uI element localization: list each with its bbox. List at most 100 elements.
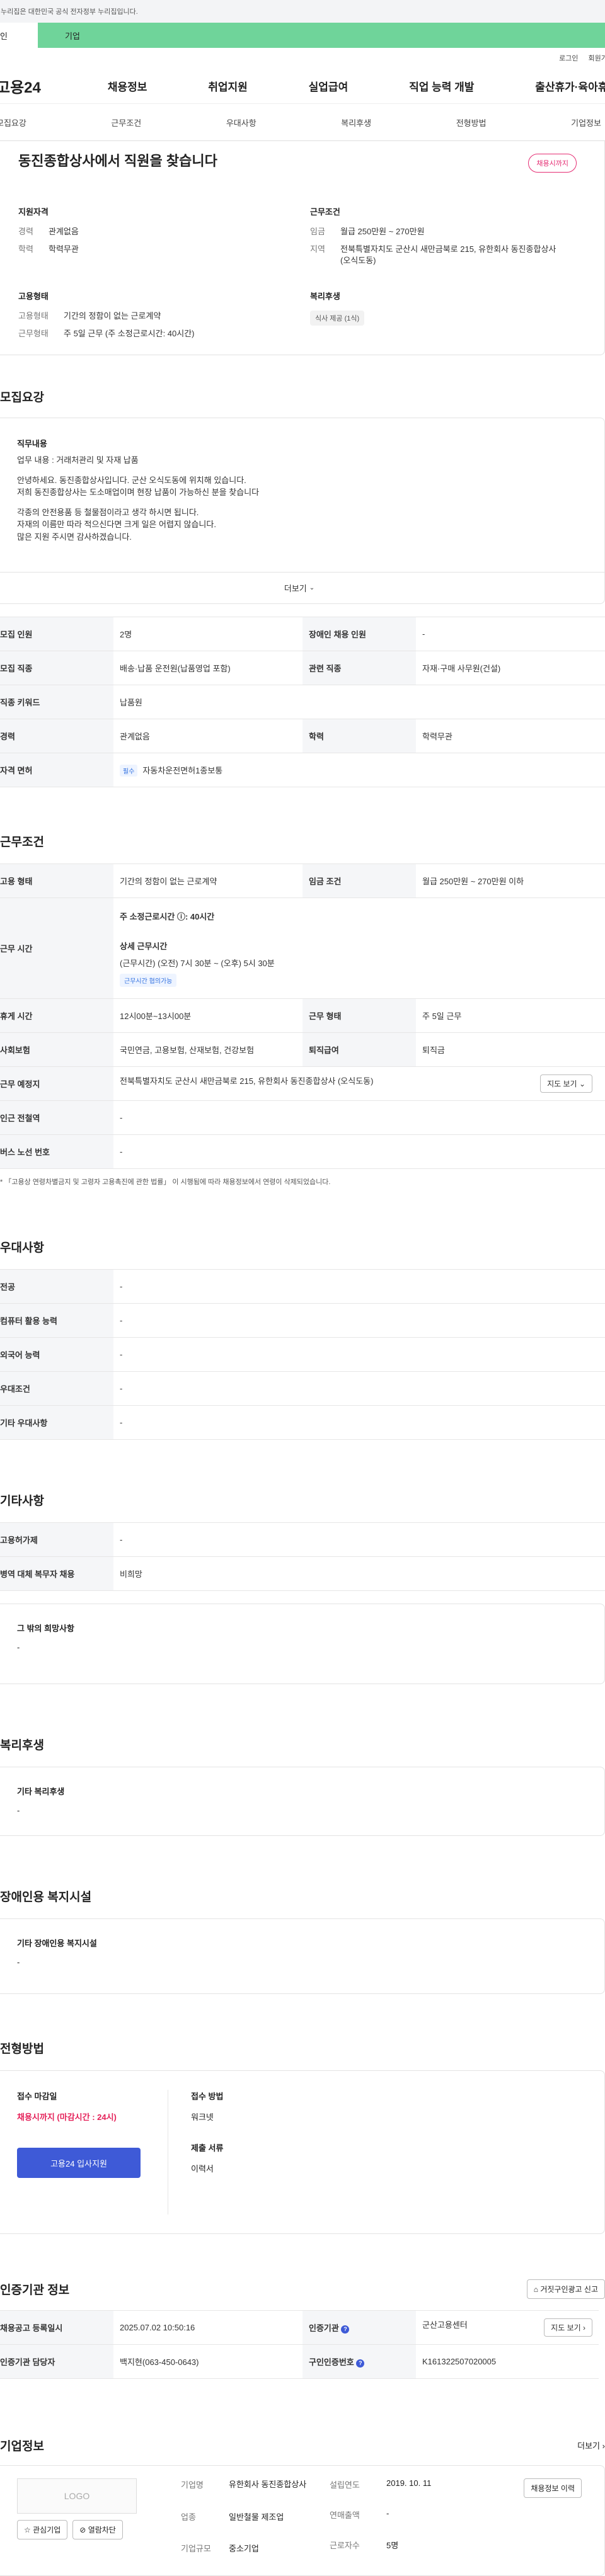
bus-value: - (113, 1134, 605, 1169)
qual-edu-value: 학력무관 (49, 244, 79, 254)
info-icon[interactable]: ? (341, 2325, 350, 2334)
site-logo[interactable]: 고용24 (0, 75, 47, 97)
welfare-section-heading: 복리후생 (0, 1739, 44, 1752)
company-more-link[interactable]: 더보기 › (577, 2439, 605, 2451)
pref-value: - (113, 1303, 605, 1338)
hiring-history-button[interactable]: 채용정보 이력 (524, 2478, 582, 2498)
work-form-label: 근무 형태 (302, 998, 416, 1033)
map-button[interactable]: 지도 보기 ⌄ (540, 1074, 592, 1093)
welfare-box: 기타 복리후생 - (0, 1767, 605, 1836)
company-name-label: 기업명 (181, 2480, 204, 2490)
hours-detail: (근무시간) (오전) 7시 30분 ~ (오후) 5시 30분 (120, 958, 275, 968)
headcount-label: 모집 인원 (0, 617, 113, 651)
cond-wage-label: 임금 (310, 227, 325, 236)
job-description-title: 직무내용 (17, 439, 47, 448)
cond-region-value: 전북특별자치도 군산시 새만금북로 215, 유한회사 동진종합상사 (오식도동… (340, 244, 556, 266)
job-description-line (17, 499, 582, 506)
sales-value: - (386, 2509, 389, 2518)
education-label: 학력 (302, 719, 416, 753)
job-category-label: 모집 직종 (0, 651, 113, 685)
table-row: 병역 대체 복무자 채용 비희망 (0, 1556, 605, 1591)
favorite-company-label: 관심기업 (33, 2526, 61, 2534)
login-link[interactable]: 로그인 (559, 53, 578, 63)
etc-label: 병역 대체 복무자 채용 (0, 1556, 113, 1591)
other-wishes-box: 그 밖의 희망사항 - (0, 1604, 605, 1684)
selection-box: 접수 마감일 채용시까지 (마감시간 : 24시) 고용24 입사지원 접수 방… (0, 2070, 605, 2234)
job-description-line: 각종의 안전용품 등 철물점이라고 생각 하시면 됩니다. (17, 507, 199, 517)
table-row: 모집 직종 배송·납품 운전원(납품영업 포함) 관련 직종 자재·구매 사무원… (0, 651, 605, 685)
hours-cell: 주 소정근로시간 ⓘ: 40시간 상세 근무시간 (근무시간) (오전) 7시 … (113, 898, 605, 999)
table-row: 컴퓨터 활용 능력 - (0, 1303, 605, 1338)
table-row: 근무 예정지 전북특별자치도 군산시 새만금북로 215, 유한회사 동진종합상… (0, 1066, 605, 1101)
gnb-menu-training[interactable]: 직업 능력 개발 (409, 78, 474, 94)
tab-selection[interactable]: 전형방법 (456, 117, 487, 128)
job-title: 동진종합상사에서 직원을 찾습니다 (18, 153, 217, 169)
hours-detail-title: 상세 근무시간 (120, 941, 168, 951)
block-view-button[interactable]: ⊘ 열람차단 (72, 2520, 123, 2539)
agency-cell: 군산고용센터 지도 보기 › (416, 2310, 599, 2345)
station-label: 인근 전철역 (0, 1100, 113, 1135)
favorite-company-button[interactable]: ☆ 관심기업 (17, 2520, 68, 2539)
chevron-right-icon: › (602, 2441, 605, 2451)
wage-label: 임금 조건 (302, 863, 416, 898)
table-row: 기타 우대사항 - (0, 1405, 605, 1440)
tab-recruit[interactable]: 모집요강 (0, 117, 26, 128)
qual-edu-label: 학력 (18, 244, 33, 254)
other-wishes-value: - (17, 1643, 20, 1652)
gnb-menu-employment-support[interactable]: 취업지원 (208, 78, 248, 94)
tab-preferences[interactable]: 우대사항 (226, 117, 256, 128)
severance-value: 퇴직금 (416, 1032, 605, 1067)
industry-label: 업종 (181, 2512, 196, 2522)
join-link[interactable]: 회원가입 (589, 53, 605, 63)
tab-company[interactable]: 기업정보 (571, 117, 601, 128)
gnb-menu-jobs[interactable]: 채용정보 (108, 78, 147, 94)
license-value: 자동차운전면허1종보통 (142, 765, 223, 775)
etc-label: 고용허가제 (0, 1522, 113, 1557)
insurance-value: 국민연금, 고용보험, 산재보험, 건강보험 (113, 1032, 302, 1067)
qual-career-value: 관계없음 (49, 227, 79, 236)
company-name-value: 유한회사 동진종합상사 (229, 2480, 307, 2489)
report-false-ad-button[interactable]: ⌂ 거짓구인광고 신고 (526, 2279, 605, 2299)
cert-no-label-text: 구인인증번호 (309, 2357, 354, 2367)
insurance-label: 사회보험 (0, 1032, 113, 1067)
mode-personal-tab[interactable]: 개인 (0, 23, 38, 48)
info-icon[interactable]: ? (356, 2359, 365, 2368)
pref-value: - (113, 1337, 605, 1372)
agency-value: 군산고용센터 (422, 2320, 468, 2330)
method-title: 접수 방법 (191, 2092, 224, 2101)
chevron-right-icon: › (583, 2323, 585, 2332)
job-summary-card: 동진종합상사에서 직원을 찾습니다 채용시까지 지원자격 경력 관계없음 학력 학력… (0, 141, 605, 355)
agency-map-button[interactable]: 지도 보기 › (544, 2318, 592, 2337)
star-icon: ☆ (24, 2526, 31, 2534)
tab-welfare[interactable]: 복리후생 (341, 117, 371, 128)
more-button[interactable]: 더보기 ⌄ (0, 572, 604, 603)
table-row: 자격 면허 필수 자동차운전면허1종보통 (0, 753, 605, 787)
selection-heading: 전형방법 (0, 2043, 44, 2056)
disabled-facility-value: - (17, 1958, 20, 1967)
apply-button[interactable]: 고용24 입사지원 (17, 2148, 141, 2178)
table-row: 버스 노선 번호 - (0, 1134, 605, 1169)
section-tabs: 모집요강 근무조건 우대사항 복리후생 전형방법 기업정보 (0, 103, 605, 141)
mode-corporate-label: 기업 (65, 31, 80, 41)
tab-conditions[interactable]: 근무조건 (111, 117, 141, 128)
gnb-menu-unemployment[interactable]: 실업급여 (309, 78, 349, 94)
pref-value: - (113, 1405, 605, 1440)
related-job-label: 관련 직종 (302, 651, 416, 685)
hours-negotiable-tag: 근무시간 협의가능 (120, 973, 177, 987)
mode-corporate-tab[interactable]: 기업 (38, 23, 605, 48)
preferences-table: 전공 - 컴퓨터 활용 능력 - 외국어 능력 - 우대조건 - 기타 우대사항 - (0, 1269, 605, 1440)
career-label: 경력 (0, 719, 113, 753)
company-more-label: 더보기 (577, 2441, 601, 2451)
company-size-value: 중소기업 (229, 2543, 259, 2553)
recruit-table: 모집 인원 2명 장애인 채용 인원 - 모집 직종 배송·납품 운전원(납품영… (0, 617, 605, 787)
table-row: 인증기관 담당자 백지현(063-450-0643) 구인인증번호 ? K161… (0, 2344, 599, 2379)
emp-form-value: 기간의 정함이 없는 근로계약 (113, 863, 302, 898)
gov-notice-text: 이 누리집은 대한민국 공식 전자정부 누리집입니다. (0, 8, 138, 16)
cond-wage-value: 월급 250만원 ~ 270만원 (340, 227, 425, 236)
table-row: 전공 - (0, 1269, 605, 1304)
wage-value: 월급 250만원 ~ 270만원 이하 (416, 863, 605, 898)
pref-value: - (113, 1371, 605, 1406)
gnb-menu-leave[interactable]: 출산휴가·육아휴직 (535, 78, 605, 94)
company-box: LOGO ☆ 관심기업 ⊘ 열람차단 기업명 유한회사 동진종합상사 업종 일반철물… (0, 2465, 605, 2576)
conditions-heading: 근무조건 (310, 207, 340, 217)
